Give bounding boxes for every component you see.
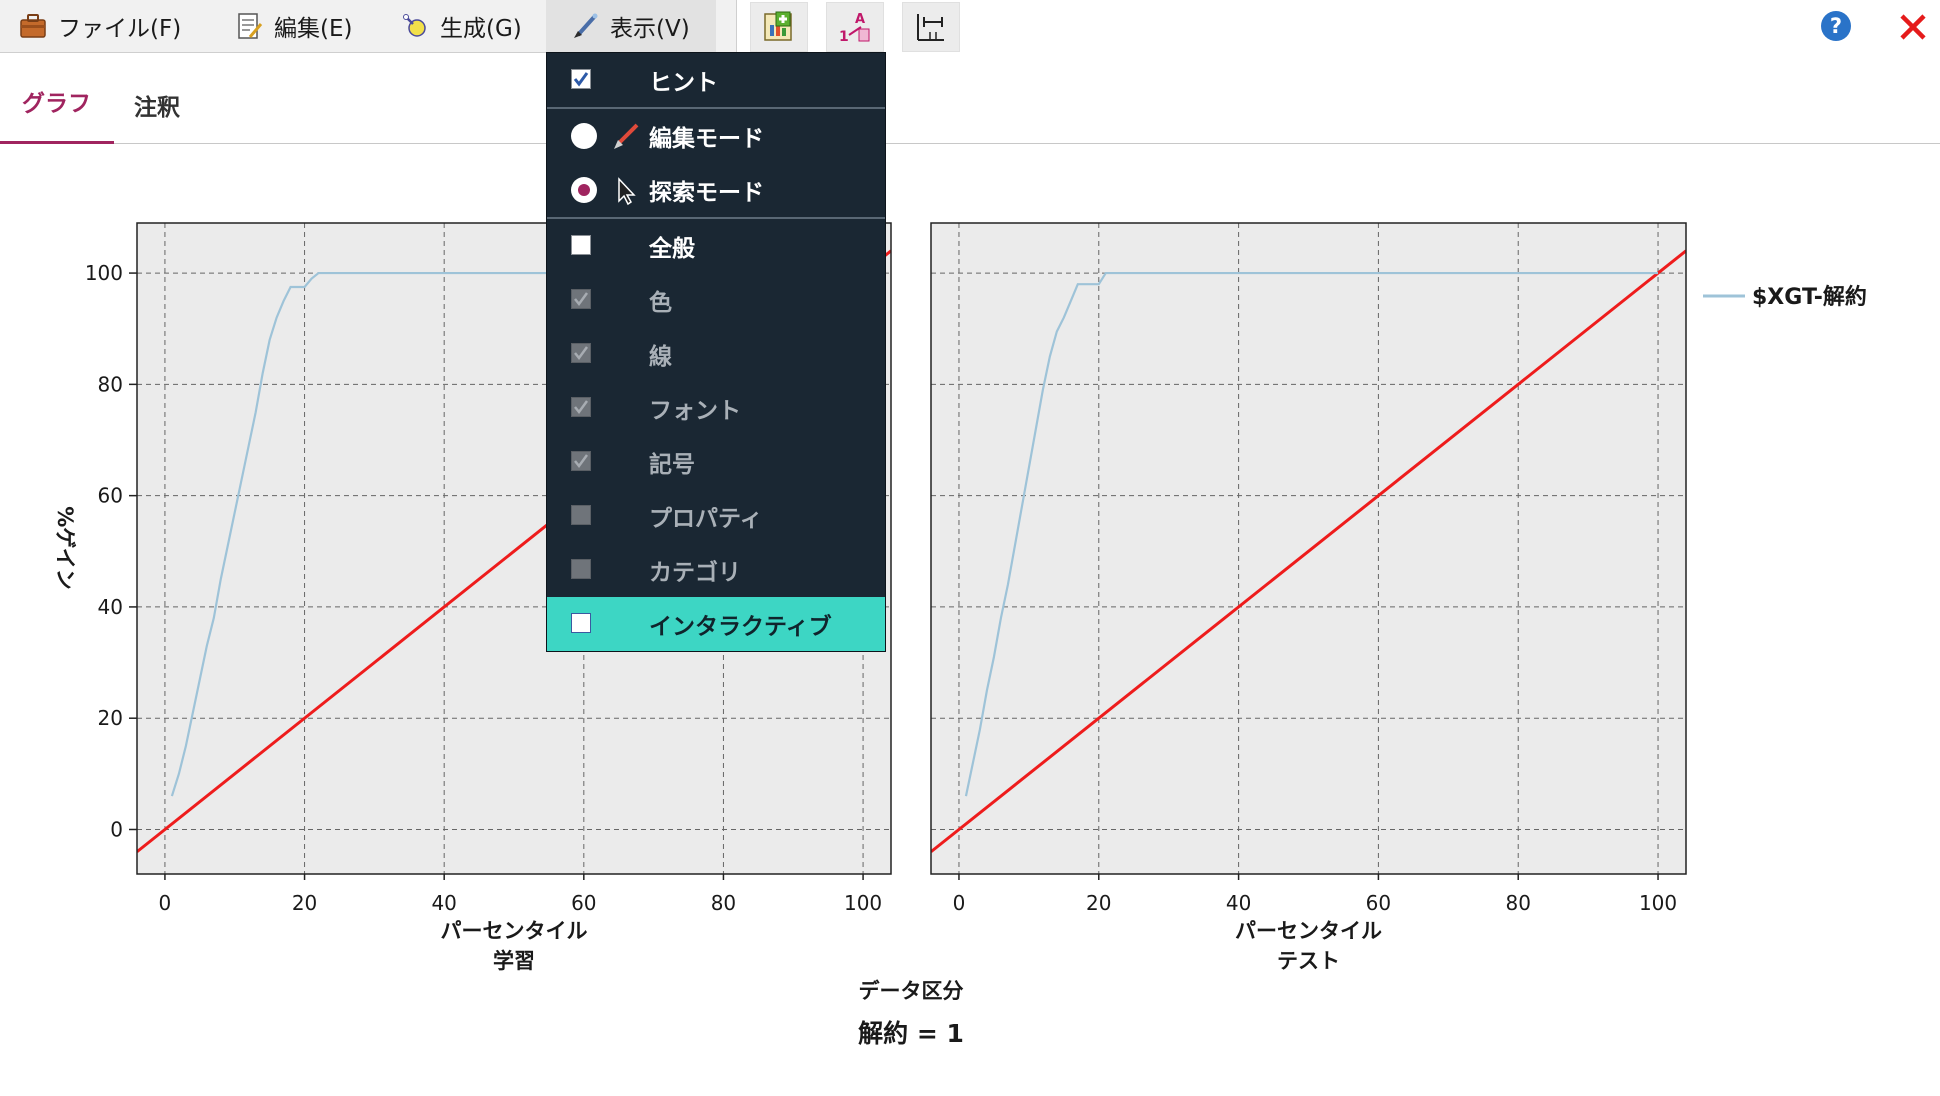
- x-tick-label: 40: [431, 891, 456, 915]
- check-icon: [574, 346, 589, 361]
- view-menu-item-font: フォント: [547, 381, 885, 435]
- font-checkbox: [571, 397, 591, 417]
- edit-mode-radio[interactable]: [571, 123, 597, 149]
- view-menu-item-label: インタラクティブ: [649, 614, 832, 640]
- line-checkbox: [571, 343, 591, 363]
- y-tick-label: 40: [98, 595, 123, 619]
- color-checkbox: [571, 289, 591, 309]
- x-tick-label: 80: [711, 891, 736, 915]
- view-menu-item-label: 編集モード: [649, 126, 764, 152]
- y-tick-label: 0: [110, 817, 123, 841]
- view-menu-item-label: フォント: [649, 398, 741, 424]
- y-tick-label: 20: [98, 706, 123, 730]
- y-tick-label: 60: [98, 484, 123, 508]
- panel-name-label: テスト: [1277, 949, 1340, 973]
- view-menu-item-color: 色: [547, 273, 885, 327]
- properties-checkbox: [571, 505, 591, 525]
- x-tick-label: 20: [1086, 891, 1111, 915]
- x-axis-title: パーセンタイル: [1235, 919, 1382, 943]
- y-axis-title: %ゲイン: [53, 506, 77, 590]
- footer-label: 解約 = 1: [858, 1019, 964, 1048]
- symbol-checkbox: [571, 451, 591, 471]
- y-tick-label: 100: [85, 261, 123, 285]
- view-menu-item-hints[interactable]: ヒント: [547, 53, 885, 107]
- view-menu-item-properties: プロパティ: [547, 489, 885, 543]
- x-tick-label: 60: [571, 891, 596, 915]
- general-checkbox[interactable]: [571, 235, 591, 255]
- brush-icon: [614, 123, 639, 149]
- view-menu-item-explore-mode[interactable]: 探索モード: [547, 163, 885, 217]
- view-menu-item-general[interactable]: 全般: [547, 219, 885, 273]
- y-tick-label: 80: [98, 372, 123, 396]
- view-menu-item-category: カテゴリ: [547, 543, 885, 597]
- panel-name-label: 学習: [493, 949, 535, 973]
- view-menu-item-label: 記号: [649, 452, 695, 478]
- view-menu-item-interactive[interactable]: インタラクティブ: [547, 597, 885, 651]
- check-icon: [573, 72, 589, 87]
- x-tick-label: 40: [1226, 891, 1251, 915]
- x-tick-label: 100: [1639, 891, 1677, 915]
- view-menu-item-label: プロパティ: [649, 506, 763, 532]
- interactive-checkbox[interactable]: [571, 613, 591, 633]
- gain-chart: 0 20 40 60 80 100020406080100パーセンタイル学習0 20 40 60…: [53, 222, 1867, 1048]
- x-tick-label: 100: [844, 891, 882, 915]
- view-menu-item-label: 線: [649, 344, 672, 370]
- x-tick-label: 0: [159, 891, 172, 915]
- facet-title: データ区分: [859, 979, 964, 1003]
- view-menu-item-label: ヒント: [649, 70, 718, 96]
- category-checkbox: [571, 559, 591, 579]
- explore-mode-radio[interactable]: [571, 177, 597, 203]
- x-axis-title: パーセンタイル: [441, 919, 588, 943]
- view-menu-item-label: 探索モード: [649, 180, 764, 206]
- plot-background: [931, 223, 1686, 874]
- x-tick-label: 80: [1505, 891, 1530, 915]
- hints-checkbox[interactable]: [571, 69, 591, 89]
- check-icon: [574, 292, 589, 307]
- view-menu-item-symbol: 記号: [547, 435, 885, 489]
- view-menu-item-label: 色: [649, 290, 672, 316]
- view-menu-item-line: 線: [547, 327, 885, 381]
- pointer-icon: [618, 177, 636, 206]
- x-tick-label: 60: [1366, 891, 1391, 915]
- x-tick-label: 0: [953, 891, 966, 915]
- x-tick-label: 20: [292, 891, 317, 915]
- view-menu-dropdown: ヒント 編集モード 探索モード 全般 色 線 フォント 記号 プロパティ カテゴ…: [546, 52, 886, 652]
- radio-selected-dot: [578, 184, 590, 196]
- check-icon: [574, 454, 589, 469]
- legend-label: $XGT-解約: [1752, 284, 1867, 310]
- view-menu-item-label: 全般: [649, 236, 695, 262]
- view-menu-item-label: カテゴリ: [649, 560, 741, 586]
- view-menu-item-edit-mode[interactable]: 編集モード: [547, 109, 885, 163]
- check-icon: [574, 400, 589, 415]
